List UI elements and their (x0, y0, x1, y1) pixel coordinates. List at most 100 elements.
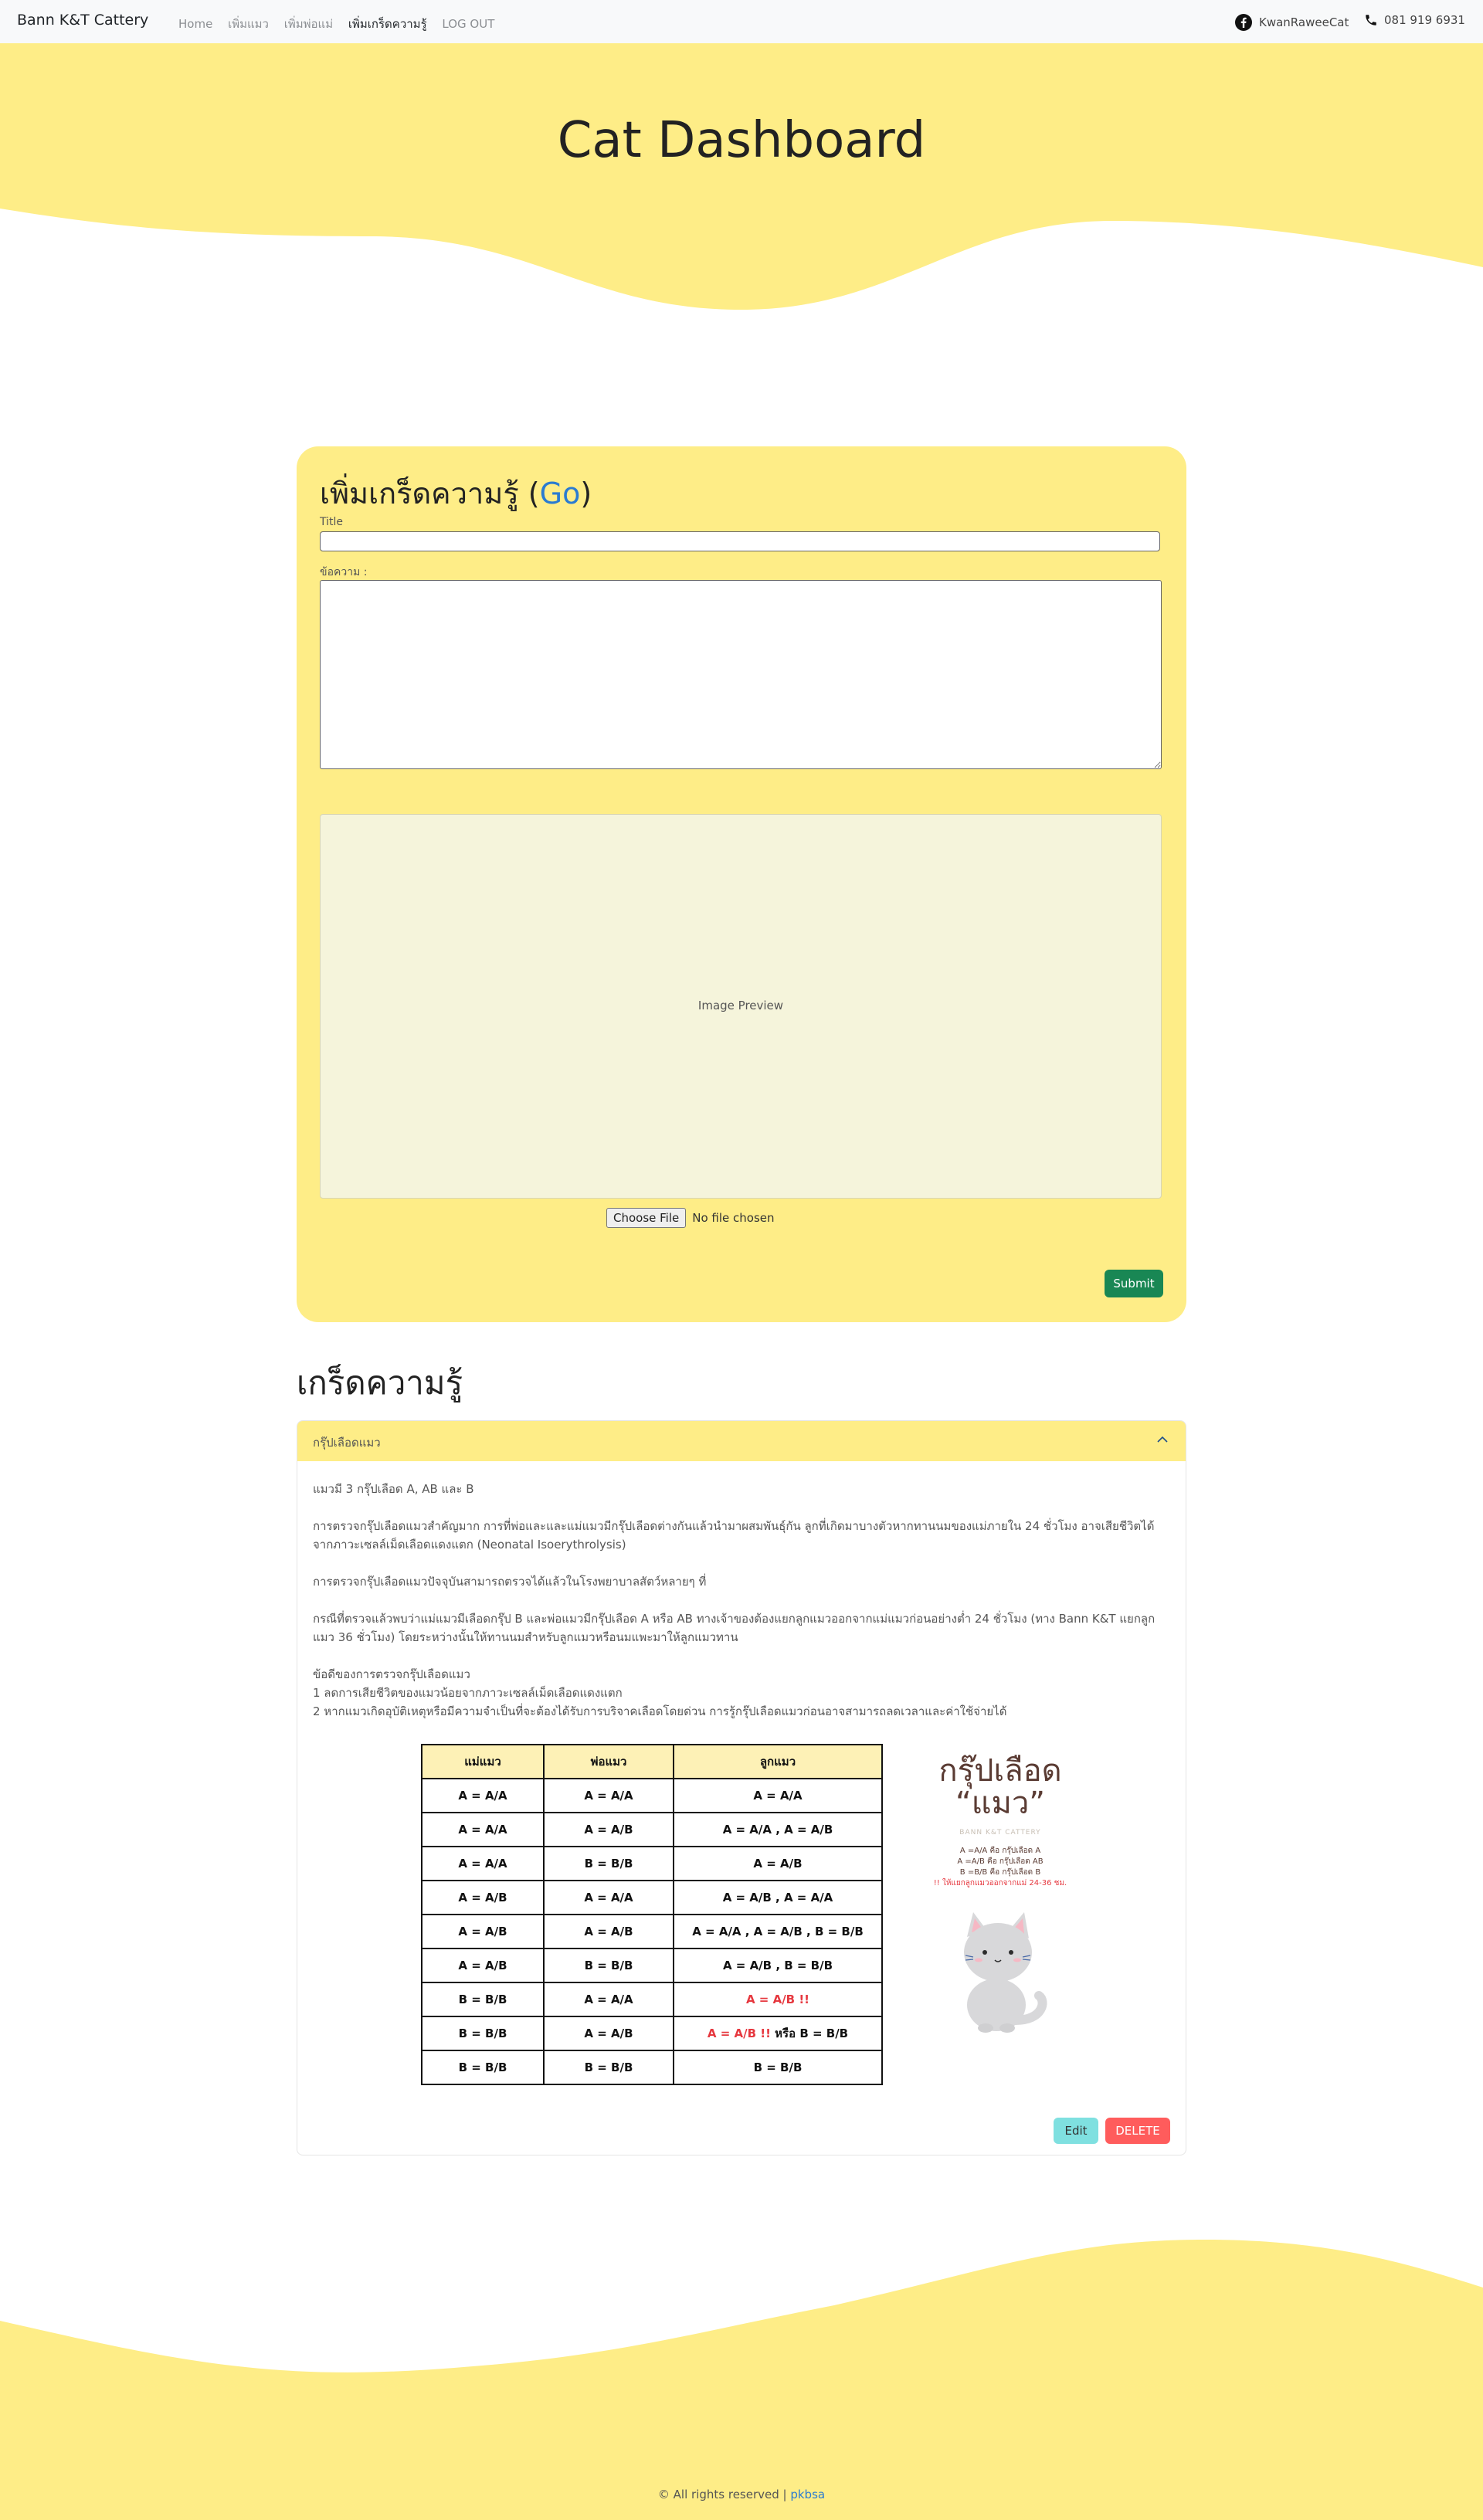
nav-add-knowledge[interactable]: เพิ่มเกร็ดความรู้ (348, 15, 427, 33)
table-cell: A = A/A (673, 1778, 883, 1813)
accordion-title: กรุ๊ปเลือดแมว (313, 1436, 381, 1450)
table-cell: A = A/B (421, 1914, 545, 1949)
table-cell: A = A/A , A = A/B , B = B/B (673, 1914, 883, 1949)
choose-file-button[interactable]: Choose File (606, 1208, 687, 1228)
benefit-item: 1 ลดการเสียชีวิตของแมวน้อยจากภาวะเซลล์เม… (313, 1686, 623, 1700)
title-input[interactable] (320, 531, 1160, 551)
facebook-contact[interactable]: KwanRaweeCat (1234, 13, 1349, 32)
table-row: B = B/B A = A/A A = A/B !! (421, 1982, 883, 2017)
table-cell: A = A/A (543, 1880, 674, 1915)
table-cell: B = B/B (543, 2050, 674, 2085)
phone-icon (1366, 15, 1376, 25)
footer-wave (0, 2240, 1483, 2520)
facebook-icon (1235, 14, 1252, 31)
infographic-line: A =A/A คือ กรุ๊ปเลือด A (959, 1847, 1041, 1855)
knowledge-paragraph: กรณีที่ตรวจแล้วพบว่าแม่แมวมีเลือดกรุ๊ป B… (313, 1612, 1156, 1644)
table-row: A = A/A A = A/B A = A/A , A = A/B (421, 1812, 883, 1847)
phone-contact[interactable]: 081 919 6931 (1364, 13, 1465, 27)
nav-add-cat[interactable]: เพิ่มแมว (228, 15, 269, 33)
table-row: A = A/A B = B/B A = A/B (421, 1846, 883, 1881)
table-cell: B = B/B (673, 2050, 883, 2085)
table-cell: B = B/B (421, 2050, 545, 2085)
table-cell: A = A/A (421, 1812, 545, 1847)
table-header: พ่อแมว (543, 1744, 674, 1779)
table-row: A = A/B A = A/B A = A/A , A = A/B , B = B/… (421, 1914, 883, 1949)
blood-type-table: แม่แมว พ่อแมว ลูกแมว A = A/A A = A/A A = A… (421, 1744, 883, 2085)
table-cell: A = A/A (421, 1846, 545, 1881)
footer-link[interactable]: pkbsa (790, 2488, 825, 2501)
table-cell: B = B/B (421, 2016, 545, 2051)
knowledge-paragraph: การตรวจกรุ๊ปเลือดแมวสำคัญมาก การที่พ่อแล… (313, 1519, 1155, 1552)
table-cell-warning: A = A/B !! (707, 2027, 771, 2040)
knowledge-section-title: เกร็ดความรู้ (297, 1364, 463, 1402)
form-title: เพิ่มเกร็ดความรู้ (Go) (320, 470, 592, 517)
benefit-item: 2 หากแมวเกิดอุบัติเหตุหรือมีความจำเป็นที… (313, 1704, 1007, 1718)
file-status: No file chosen (692, 1211, 775, 1225)
table-cell: A = A/B (543, 1914, 674, 1949)
table-cell: A = A/B , B = B/B (673, 1948, 883, 1983)
table-row: B = B/B A = A/B A = A/B !! หรือ B = B/B (421, 2016, 883, 2051)
copyright: © All rights reserved | pkbsa (0, 2488, 1483, 2501)
nav-add-parents[interactable]: เพิ่มพ่อแม่ (284, 15, 333, 33)
table-cell: A = A/B (421, 1880, 545, 1915)
table-header: ลูกแมว (673, 1744, 883, 1779)
blood-type-infographic: กรุ๊ปเลือด “แมว” BANN K&T CATTERY A =A/A… (923, 1755, 1077, 2079)
copyright-text: © All rights reserved | (657, 2488, 791, 2501)
nav-links: Home เพิ่มแมว เพิ่มพ่อแม่ เพิ่มเกร็ดความ… (178, 15, 506, 33)
infographic-title: กรุ๊ปเลือด (938, 1753, 1062, 1789)
form-title-text: เพิ่มเกร็ดความรู้ ( (320, 477, 540, 510)
table-cell: B = B/B (421, 1982, 545, 2017)
table-row: A = A/A A = A/A A = A/A (421, 1778, 883, 1813)
accordion-body: แมวมี 3 กรุ๊ปเลือด A, AB และ B การตรวจกร… (313, 1480, 1170, 1721)
table-cell: A = A/B (543, 2016, 674, 2051)
table-cell: A = A/B (543, 1812, 674, 1847)
table-cell-warning: A = A/B !! (673, 1982, 883, 2017)
knowledge-accordion: กรุ๊ปเลือดแมว แมวมี 3 กรุ๊ปเลือด A, AB แ… (297, 1420, 1186, 2155)
body-label: ข้อความ : (320, 566, 368, 578)
table-cell: A = A/B , A = A/A (673, 1880, 883, 1915)
benefits-heading: ข้อดีของการตรวจกรุ๊ปเลือดแมว (313, 1667, 470, 1681)
table-header: แม่แมว (421, 1744, 545, 1779)
form-title-end: ) (580, 477, 592, 510)
add-knowledge-form: เพิ่มเกร็ดความรู้ (Go) Title ข้อความ : I… (297, 446, 1186, 1322)
table-row: A = A/B A = A/A A = A/B , A = A/A (421, 1880, 883, 1915)
facebook-name: KwanRaweeCat (1259, 15, 1349, 29)
file-input[interactable]: Choose File No file chosen (606, 1208, 775, 1228)
cat-illustration (964, 1912, 1047, 2033)
submit-button[interactable]: Submit (1105, 1270, 1163, 1297)
page-title: Cat Dashboard (557, 112, 926, 169)
image-preview: Image Preview (320, 814, 1162, 1199)
infographic-line: B =B/B คือ กรุ๊ปเลือด B (959, 1868, 1041, 1877)
edit-button[interactable]: Edit (1054, 2118, 1098, 2144)
table-cell-joiner: หรือ (775, 2027, 796, 2040)
infographic-title-2: “แมว” (955, 1786, 1046, 1821)
infographic-warning: !! ให้แยกลูกแมวออกจากแม่ 24-36 ชม. (933, 1879, 1067, 1887)
table-cell: A = A/A (421, 1778, 545, 1813)
image-preview-label: Image Preview (697, 999, 784, 1012)
table-cell: A = A/B (673, 1846, 883, 1881)
delete-button[interactable]: DELETE (1105, 2118, 1170, 2144)
knowledge-paragraph: แมวมี 3 กรุ๊ปเลือด A, AB และ B (313, 1482, 474, 1496)
table-cell: A = A/B (421, 1948, 545, 1983)
title-label: Title (320, 516, 344, 528)
infographic-line: A =A/B คือ กรุ๊ปเลือด AB (957, 1857, 1044, 1866)
nav-logout[interactable]: LOG OUT (442, 17, 494, 31)
go-link[interactable]: Go (540, 477, 581, 510)
body-textarea[interactable] (320, 580, 1162, 769)
phone-number: 081 919 6931 (1384, 13, 1465, 27)
accordion-header[interactable]: กรุ๊ปเลือดแมว (297, 1421, 1186, 1461)
knowledge-paragraph: การตรวจกรุ๊ปเลือดแมวปัจจุบันสามารถตรวจได… (313, 1575, 707, 1589)
table-row: A = A/B B = B/B A = A/B , B = B/B (421, 1948, 883, 1983)
hero-wave (0, 43, 1483, 310)
chevron-up-icon (1157, 1436, 1168, 1443)
table-cell: B = B/B (543, 1846, 674, 1881)
table-cell: A = A/A (543, 1778, 674, 1813)
table-cell: B = B/B (543, 1948, 674, 1983)
table-row: B = B/B B = B/B B = B/B (421, 2050, 883, 2085)
navbar: Bann K&T Cattery Home เพิ่มแมว เพิ่มพ่อแ… (0, 0, 1483, 43)
brand-link[interactable]: Bann K&T Cattery (17, 12, 148, 29)
nav-home[interactable]: Home (178, 17, 212, 31)
table-cell: A = A/A , A = A/B (673, 1812, 883, 1847)
table-cell-value: B = B/B (799, 2027, 849, 2040)
table-cell: A = A/A (543, 1982, 674, 2017)
